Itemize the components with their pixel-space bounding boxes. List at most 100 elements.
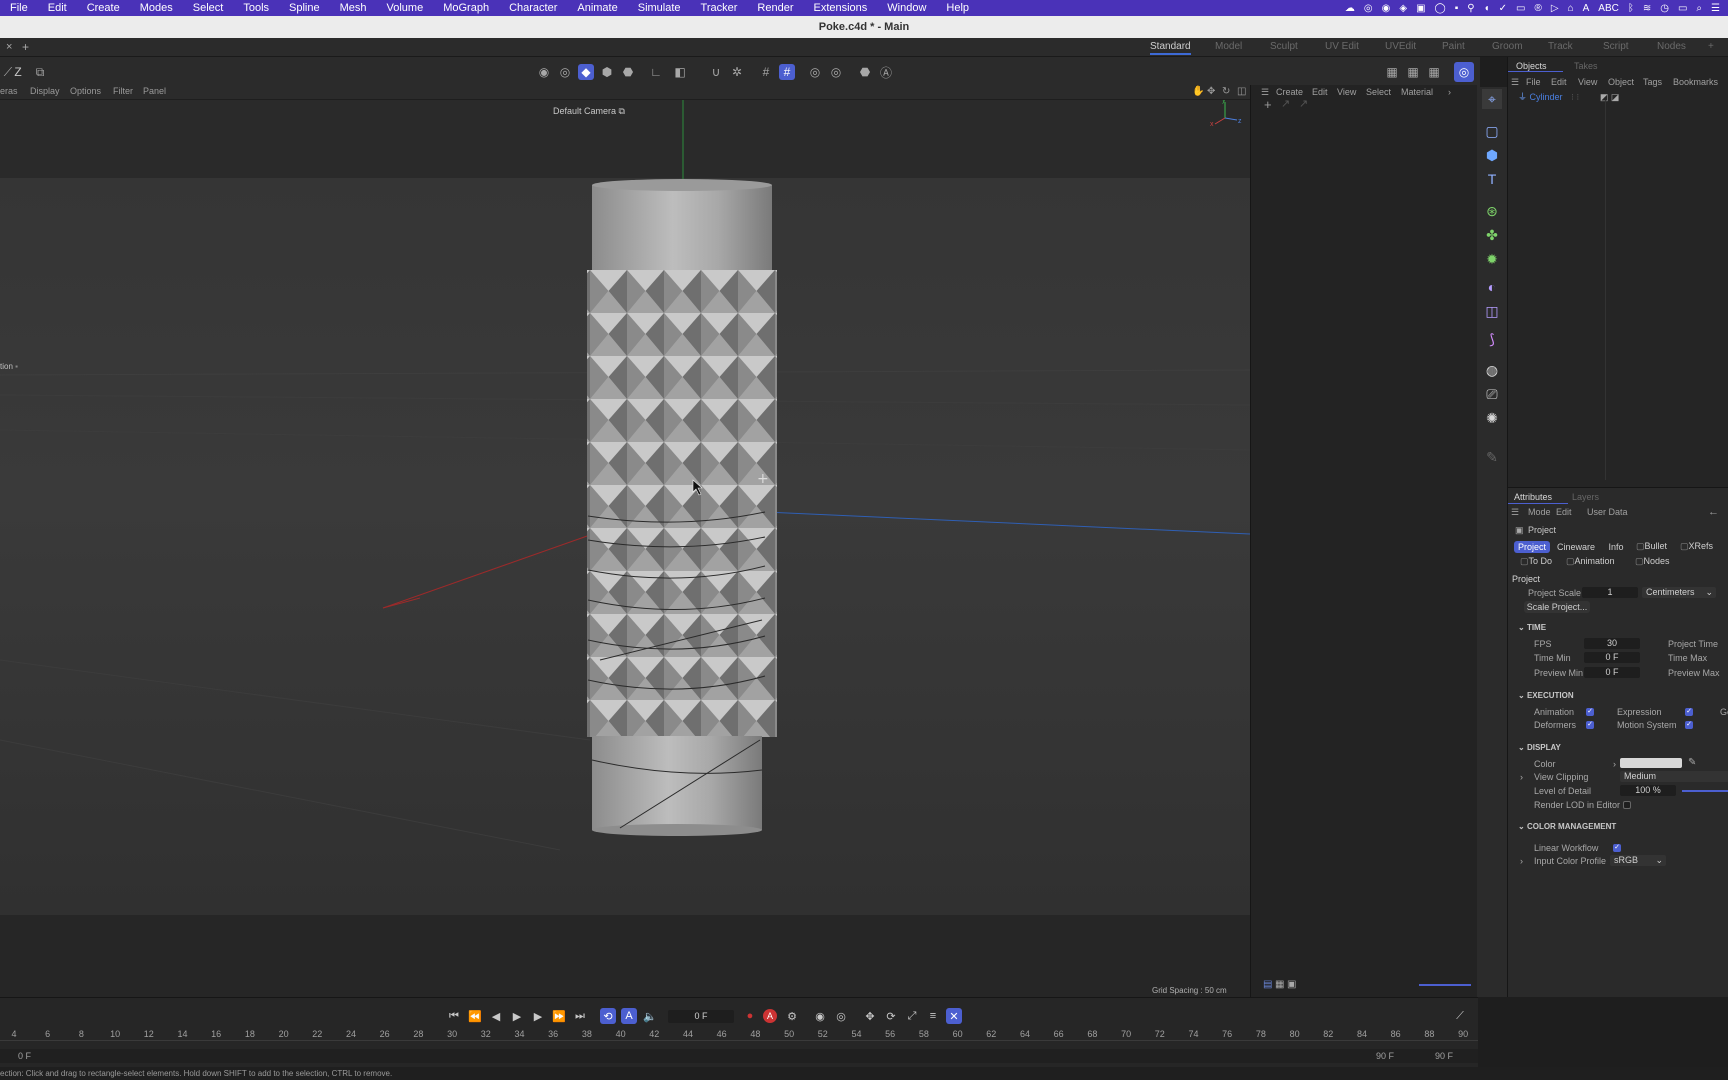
material-tool2-icon[interactable]: ↗: [1299, 97, 1308, 110]
cloner-icon[interactable]: ✤: [1482, 225, 1502, 245]
viewport-menu-cameras[interactable]: eras: [0, 86, 18, 96]
light-icon[interactable]: ✺: [1482, 408, 1502, 428]
menu-render[interactable]: Render: [747, 2, 803, 14]
layout-tab-sculpt[interactable]: Sculpt: [1270, 41, 1298, 52]
render-settings-icon[interactable]: ▦: [1426, 64, 1442, 80]
layout-tab-groom[interactable]: Groom: [1492, 41, 1523, 52]
field-icon[interactable]: ◐: [1482, 277, 1502, 297]
previous-frame-icon[interactable]: ◀: [488, 1008, 504, 1024]
subtab-bullet[interactable]: ▢Bullet: [1636, 541, 1667, 552]
mat-menu-select[interactable]: Select: [1366, 87, 1391, 97]
maximize-view-icon[interactable]: ◫: [1237, 86, 1246, 97]
level-of-detail-slider[interactable]: [1682, 790, 1728, 792]
view-clipping-select[interactable]: Medium: [1620, 771, 1728, 782]
tab-objects[interactable]: Objects: [1516, 61, 1547, 71]
workplane-icon[interactable]: ◎: [807, 64, 823, 80]
play-icon[interactable]: ▷: [1551, 3, 1559, 14]
circle-icon[interactable]: ◯: [1435, 3, 1446, 14]
creative-cloud-icon[interactable]: ◎: [1364, 3, 1373, 14]
obj-menu-bookmarks[interactable]: Bookmarks: [1673, 77, 1718, 87]
more-chevron-icon[interactable]: ›: [1448, 87, 1451, 97]
menu-extensions[interactable]: Extensions: [803, 2, 877, 14]
chevron-right-icon[interactable]: ›: [1613, 759, 1616, 769]
close-icon[interactable]: ×: [6, 41, 12, 53]
bend-deformer-icon[interactable]: ⟆: [1482, 329, 1502, 349]
previous-key-icon[interactable]: ⏪: [467, 1008, 483, 1024]
menu-create[interactable]: Create: [77, 2, 130, 14]
project-scale-input[interactable]: 1: [1582, 587, 1638, 598]
section-execution[interactable]: ⌄ EXECUTION: [1518, 691, 1574, 700]
go-to-end-icon[interactable]: ⏭: [572, 1008, 588, 1024]
interactive-render-icon[interactable]: ◎: [1454, 62, 1474, 82]
selection-tool-icon[interactable]: ⌖: [1482, 89, 1502, 109]
dropbox-icon[interactable]: ◈: [1399, 3, 1407, 14]
grid-view-icon[interactable]: ▦: [1275, 979, 1284, 990]
clock-icon[interactable]: ◷: [1660, 3, 1669, 14]
subtab-info[interactable]: Info: [1602, 541, 1630, 553]
axis-mode-icon[interactable]: ∟: [648, 64, 664, 80]
layout-tab-standard[interactable]: Standard: [1150, 41, 1191, 55]
layout-tab-paint[interactable]: Paint: [1442, 41, 1465, 52]
animation-checkbox[interactable]: ✓: [1586, 708, 1594, 716]
attr-menu-edit[interactable]: Edit: [1556, 507, 1572, 517]
deformers-checkbox[interactable]: ✓: [1586, 721, 1594, 729]
chevron-right-icon[interactable]: ›: [1520, 772, 1523, 782]
model-mode-icon[interactable]: ⬢: [599, 64, 615, 80]
soft-selection-icon[interactable]: ✲: [729, 64, 745, 80]
cylinder-poked-surface[interactable]: [587, 270, 777, 737]
viewport-menu-filter[interactable]: Filter: [113, 86, 133, 96]
preview-min-input[interactable]: 0 F: [1584, 667, 1640, 678]
objects-hamburger-icon[interactable]: ☰: [1511, 77, 1519, 88]
points-mode-icon[interactable]: ◉: [536, 64, 552, 80]
tab-layers[interactable]: Layers: [1572, 492, 1599, 502]
next-key-icon[interactable]: ⏩: [551, 1008, 567, 1024]
xray-icon[interactable]: ⬣: [857, 64, 873, 80]
app-icon[interactable]: ▪: [1455, 3, 1459, 14]
play-icon[interactable]: ▶: [509, 1008, 525, 1024]
bluetooth-icon[interactable]: ᛒ: [1628, 3, 1634, 14]
rotation-key-icon[interactable]: ⟳: [883, 1008, 899, 1024]
layout-tab-nodes[interactable]: Nodes: [1657, 41, 1686, 52]
back-arrow-icon[interactable]: ←: [1708, 506, 1719, 518]
scale-key-icon[interactable]: ⤢: [904, 1008, 920, 1024]
menu-tools[interactable]: Tools: [233, 2, 279, 14]
tab-attributes[interactable]: Attributes: [1514, 492, 1552, 502]
position-key-icon[interactable]: ✥: [862, 1008, 878, 1024]
coordinate-system-icon[interactable]: ⧉: [32, 64, 48, 80]
preview-range-icon[interactable]: A: [621, 1008, 637, 1024]
3d-viewport[interactable]: + Default Camera ⧉ y x z tion ▪: [0, 100, 1250, 915]
uv-mode-icon[interactable]: ⬣: [620, 64, 636, 80]
render-picture-viewer-icon[interactable]: ▦: [1405, 64, 1421, 80]
sound-icon[interactable]: 🔈: [642, 1008, 658, 1024]
fps-input[interactable]: 30: [1584, 638, 1640, 649]
menu-volume[interactable]: Volume: [377, 2, 434, 14]
d-icon[interactable]: ◖: [1484, 3, 1490, 14]
chevron-right-icon[interactable]: ›: [1520, 856, 1523, 866]
obj-menu-view[interactable]: View: [1578, 77, 1597, 87]
keyframe-settings-icon[interactable]: ⚙: [784, 1008, 800, 1024]
polygons-mode-icon[interactable]: ◆: [578, 64, 594, 80]
obj-menu-edit[interactable]: Edit: [1551, 77, 1567, 87]
magnet-icon[interactable]: ∪: [708, 64, 724, 80]
menu-spline[interactable]: Spline: [279, 2, 330, 14]
autokey-record-icon[interactable]: A: [763, 1009, 777, 1023]
mat-menu-create[interactable]: Create: [1276, 87, 1303, 97]
subtab-animation[interactable]: ▢Animation: [1566, 556, 1615, 567]
solo-icon[interactable]: ◧: [672, 64, 688, 80]
generator-icon[interactable]: ⊛: [1482, 201, 1502, 221]
menu-window[interactable]: Window: [877, 2, 936, 14]
render-view-icon[interactable]: ▦: [1384, 64, 1400, 80]
section-time[interactable]: ⌄ TIME: [1518, 623, 1546, 632]
point-level-key-icon[interactable]: ✕: [946, 1008, 962, 1024]
effector-icon[interactable]: ◫: [1482, 301, 1502, 321]
mat-menu-material[interactable]: Material: [1401, 87, 1433, 97]
move-view-icon[interactable]: ✥: [1207, 86, 1215, 97]
viewport-menu-display[interactable]: Display: [30, 86, 60, 96]
mat-menu-edit[interactable]: Edit: [1312, 87, 1328, 97]
menu-mesh[interactable]: Mesh: [330, 2, 377, 14]
attributes-hamburger-icon[interactable]: ☰: [1511, 507, 1519, 518]
autokey-icon[interactable]: Ⓐ: [878, 64, 894, 80]
scale-project-button[interactable]: Scale Project...: [1524, 601, 1590, 613]
large-view-icon[interactable]: ▣: [1287, 979, 1296, 990]
current-frame-input[interactable]: 0 F: [668, 1010, 734, 1023]
